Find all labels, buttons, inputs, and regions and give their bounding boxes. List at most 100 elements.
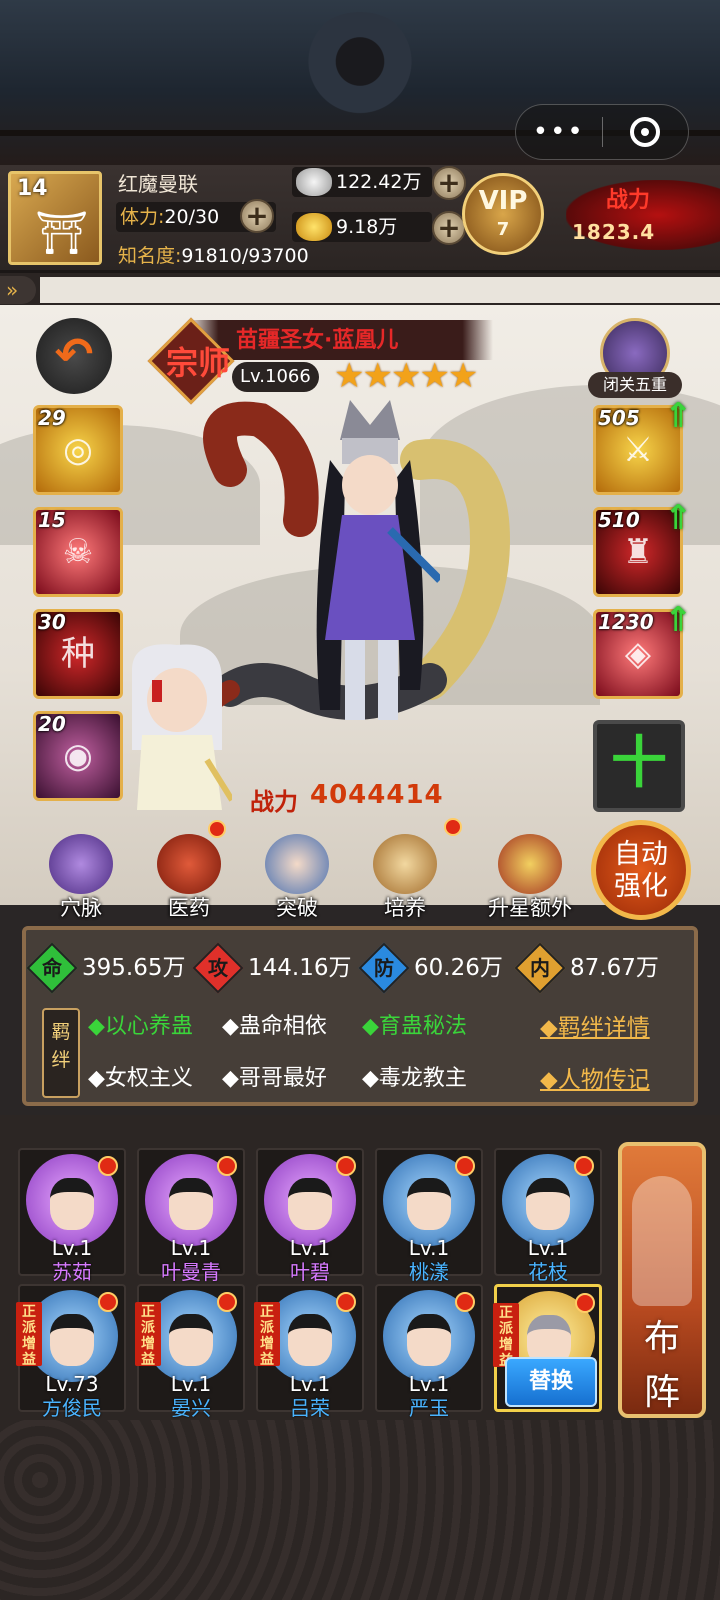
team-slot[interactable]: 正派增益 Lv.1 吕荣 xyxy=(254,1284,364,1420)
orthodox-buff-tag: 正派增益 xyxy=(254,1302,280,1368)
team-slot[interactable]: Lv.1 严玉 xyxy=(375,1284,483,1420)
seclusion-label: 闭关五重 xyxy=(588,372,682,398)
add-silver-button[interactable]: + xyxy=(432,166,466,200)
hero-slot-name: 叶曼青 xyxy=(161,1260,221,1284)
notification-dot xyxy=(444,818,462,836)
hero-face xyxy=(407,1178,451,1230)
notification-dot xyxy=(208,820,226,838)
more-button[interactable]: ••• xyxy=(516,117,602,147)
stat-defense: 防 60.26万 xyxy=(358,942,503,994)
hero-power-label: 战力 xyxy=(250,788,298,816)
notification-dot xyxy=(574,1156,594,1176)
upgrade-arrow-icon: ⇑ xyxy=(664,396,693,436)
bond-details-link[interactable]: ◆羁绊详情 xyxy=(540,1008,650,1042)
stamina-value: 20/30 xyxy=(164,206,220,228)
hero-rank-text: 宗师 xyxy=(166,344,231,382)
vip-badge[interactable]: VIP 7 xyxy=(462,173,544,255)
formation-line2: 阵 xyxy=(643,1372,680,1413)
team-slot[interactable]: Lv.1 苏茹 xyxy=(18,1148,126,1284)
hero-slot-name: 晏兴 xyxy=(171,1396,211,1420)
stat-internal-key: 内 xyxy=(530,956,550,980)
auto-enhance-button[interactable]: 自动 强化 xyxy=(591,820,691,920)
total-power-label: 战力 xyxy=(606,188,651,213)
total-power-value: 1823.4 xyxy=(572,220,656,244)
current-hero-slot[interactable]: 正派增益 替换 xyxy=(493,1284,602,1412)
auto-enhance-line2: 强化 xyxy=(614,871,668,902)
vip-level: 7 xyxy=(496,219,510,240)
skill-slot-4[interactable]: ◉ 20 xyxy=(33,711,123,801)
add-equipment-button[interactable]: 十 xyxy=(593,720,685,812)
wave-pattern-decor xyxy=(0,1420,720,1600)
star-upgrade-button[interactable]: 升星额外 xyxy=(478,834,582,922)
skill-level: 30 xyxy=(38,610,66,634)
star-upgrade-label: 升星额外 xyxy=(488,896,572,920)
hero-face xyxy=(169,1314,213,1366)
hero-slot-name: 方俊民 xyxy=(42,1396,102,1420)
stat-defense-value: 60.26万 xyxy=(414,955,503,981)
silver-display: 122.42万 xyxy=(292,167,432,197)
formation-button[interactable]: 布 阵 xyxy=(618,1142,706,1418)
notification-dot xyxy=(336,1292,356,1312)
equipment-level: 505 xyxy=(598,406,640,430)
stat-hp-value: 395.65万 xyxy=(82,955,186,981)
team-slot[interactable]: Lv.1 桃漾 xyxy=(375,1148,483,1284)
close-circle-icon xyxy=(630,117,661,147)
skill-slot-1[interactable]: ◎ 29 xyxy=(33,405,123,495)
fame-display: 知名度:91810/93700 xyxy=(118,241,309,268)
orthodox-buff-tag: 正派增益 xyxy=(16,1302,42,1368)
stat-attack: 攻 144.16万 xyxy=(192,942,351,994)
add-stamina-button[interactable]: + xyxy=(240,199,274,233)
fame-value: 91810/93700 xyxy=(181,245,309,267)
close-mini-program-button[interactable] xyxy=(603,117,689,147)
medicine-button[interactable]: 医药 xyxy=(144,834,234,922)
skill-slot-2[interactable]: ☠ 15 xyxy=(33,507,123,597)
hero-face xyxy=(526,1178,570,1230)
bond-item: ◆蛊命相依 xyxy=(222,1014,327,1039)
replace-hero-button[interactable]: 替换 xyxy=(505,1357,597,1407)
bond-badge-line2: 绊 xyxy=(51,1049,71,1071)
stat-internal-value: 87.67万 xyxy=(570,955,659,981)
team-slot[interactable]: Lv.1 花枝 xyxy=(494,1148,602,1284)
team-slot[interactable]: 正派增益 Lv.73 方俊民 xyxy=(16,1284,126,1420)
meridian-button[interactable]: 穴脉 xyxy=(36,834,126,922)
bond-item: ◆毒龙教主 xyxy=(362,1066,467,1091)
cultivate-label: 培养 xyxy=(384,896,426,920)
expand-menu-button[interactable]: » xyxy=(0,276,36,304)
hero-slot-name: 花枝 xyxy=(528,1260,568,1284)
back-arrow-icon: ↶ xyxy=(54,327,94,381)
add-gold-button[interactable]: + xyxy=(432,211,466,245)
team-slot[interactable]: 正派增益 Lv.1 晏兴 xyxy=(135,1284,245,1420)
silver-amount: 122.42万 xyxy=(336,171,422,193)
roof-emblem xyxy=(300,12,420,122)
team-slot[interactable]: Lv.1 叶曼青 xyxy=(137,1148,245,1284)
breakthrough-button[interactable]: 突破 xyxy=(252,834,342,922)
notification-dot xyxy=(336,1156,356,1176)
notification-dot xyxy=(98,1292,118,1312)
bond-item: ◆以心养蛊 xyxy=(88,1014,193,1039)
silver-ingot-icon xyxy=(296,168,332,196)
team-slot[interactable]: Lv.1 叶碧 xyxy=(256,1148,364,1284)
cultivate-button[interactable]: 培养 xyxy=(360,834,450,922)
breakthrough-icon xyxy=(265,834,329,894)
hero-face xyxy=(288,1178,332,1230)
back-button[interactable]: ↶ xyxy=(36,318,112,394)
notification-dot xyxy=(98,1156,118,1176)
meridian-label: 穴脉 xyxy=(60,896,102,920)
skill-slot-3[interactable]: 种 30 xyxy=(33,609,123,699)
hero-power-value: 4044414 xyxy=(310,780,444,810)
biography-link[interactable]: ◆人物传记 xyxy=(540,1060,650,1094)
hero-slot-name: 吕荣 xyxy=(290,1396,330,1420)
bond-item: ◆女权主义 xyxy=(88,1066,193,1091)
hero-title: 苗疆圣女·蓝凰儿 xyxy=(236,328,399,353)
notification-dot xyxy=(575,1293,595,1313)
stat-hp: 命 395.65万 xyxy=(26,942,186,994)
hero-face xyxy=(50,1178,94,1230)
total-power-display[interactable]: 战力 1823.4 xyxy=(566,180,720,250)
hero-power-display: 战力 4044414 xyxy=(230,770,490,820)
notification-dot xyxy=(217,1156,237,1176)
hero-character-art xyxy=(316,400,440,720)
stat-internal: 内 87.67万 xyxy=(514,942,659,994)
player-avatar[interactable]: 14 ⛩ xyxy=(8,171,102,265)
medicine-label: 医药 xyxy=(168,896,210,920)
equipment-level: 1230 xyxy=(598,610,654,634)
